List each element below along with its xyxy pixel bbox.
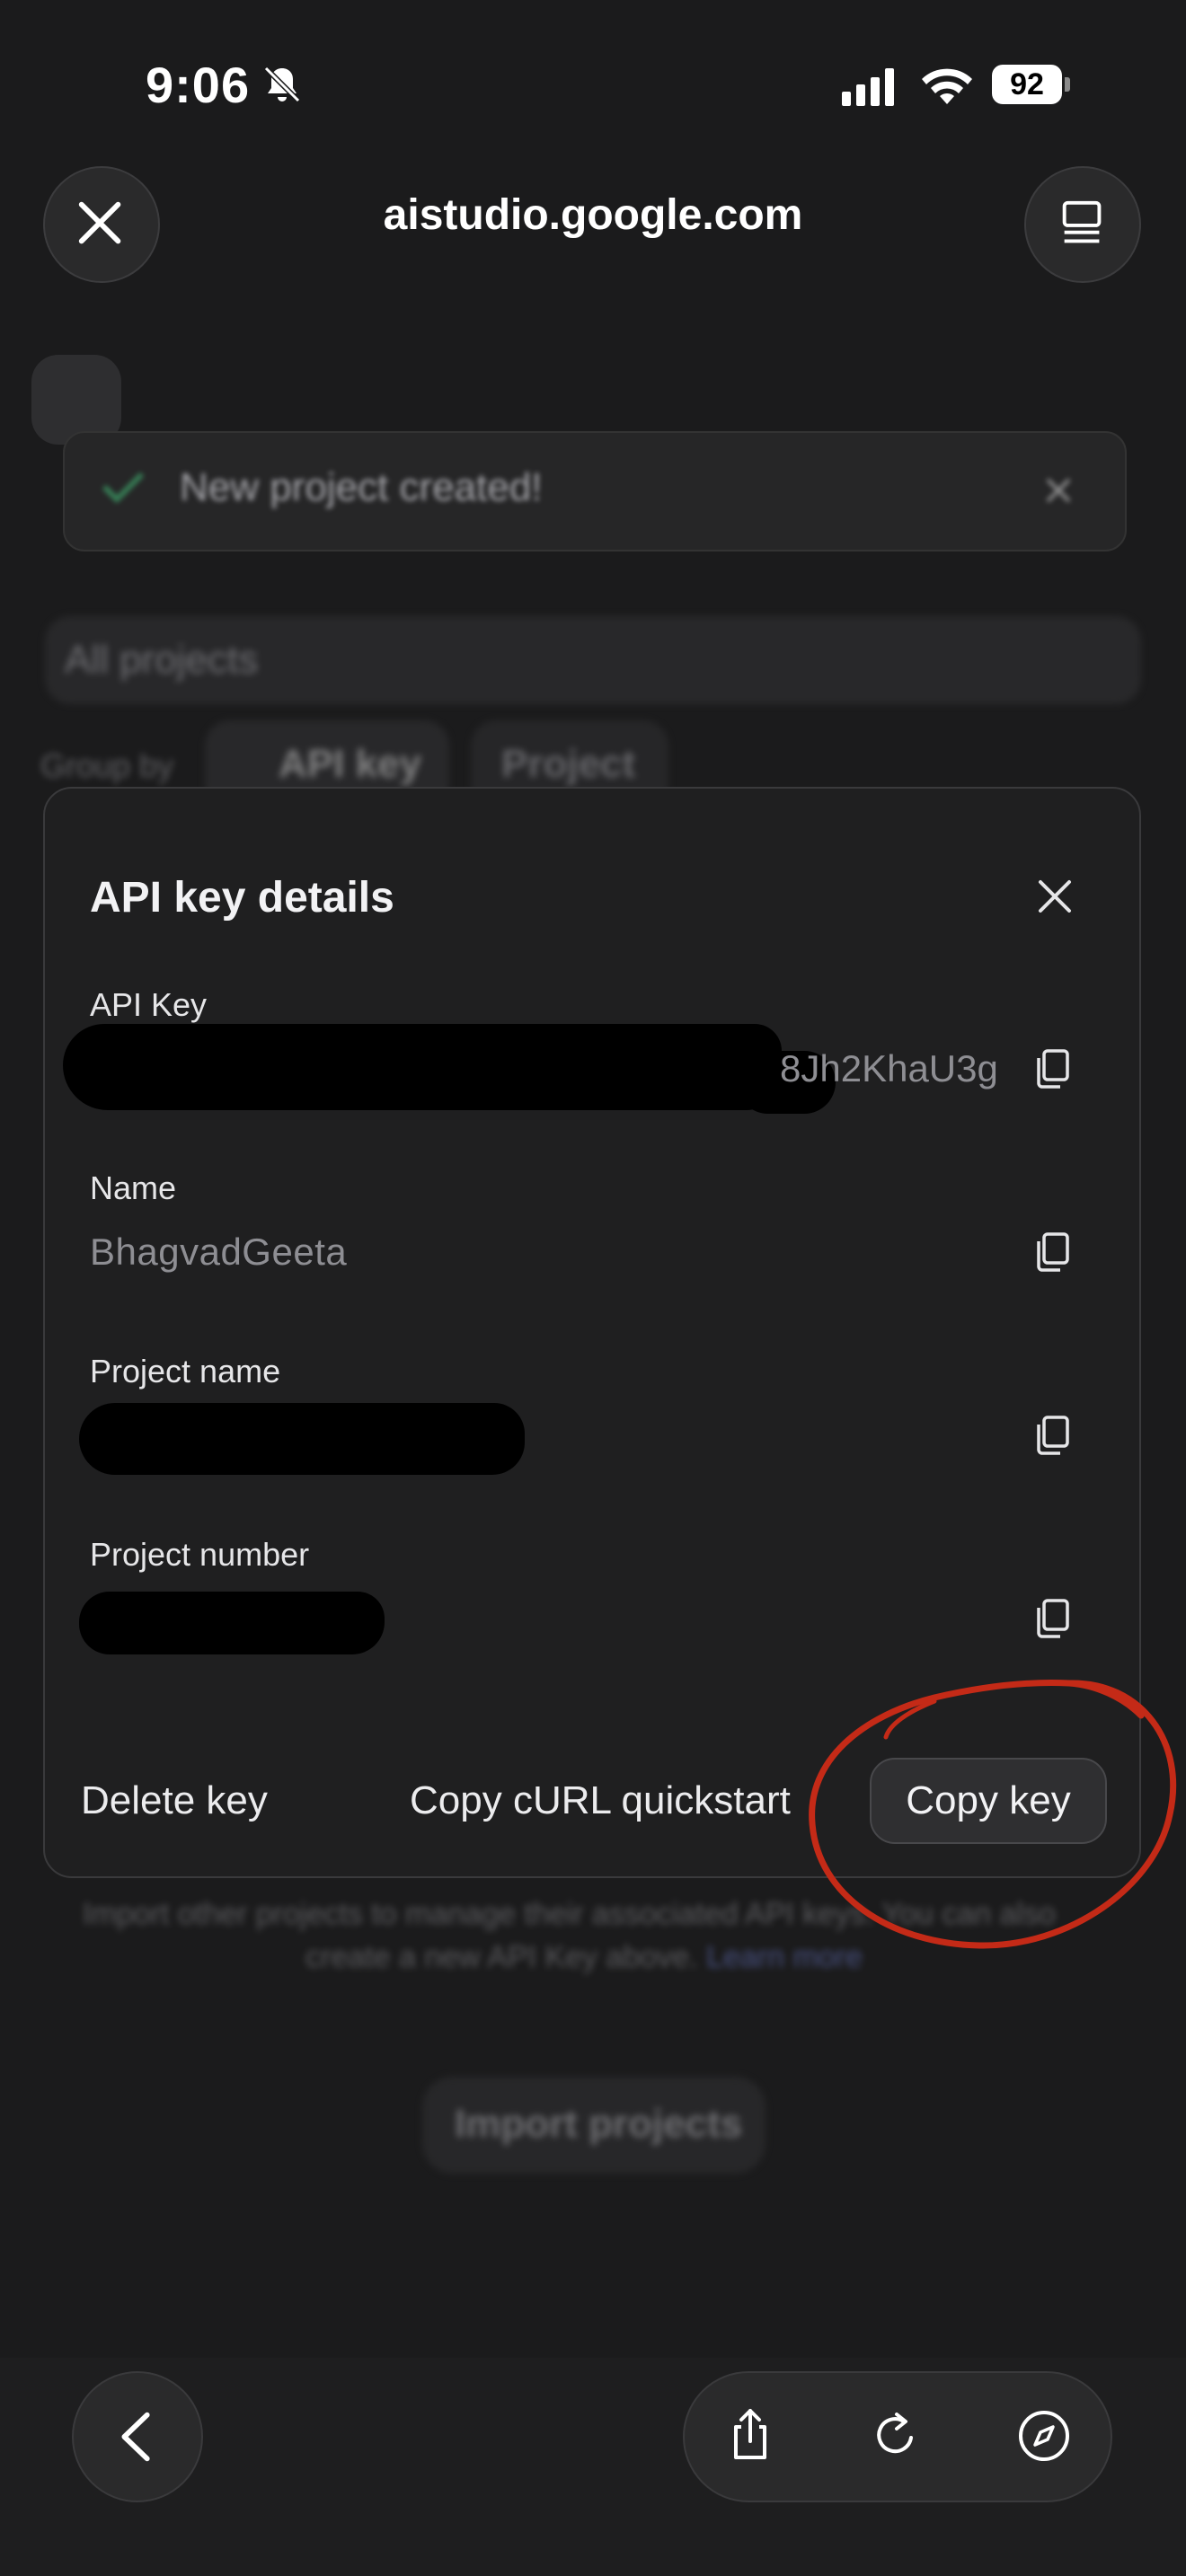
back-button[interactable] <box>72 2371 203 2502</box>
info-text-line2: create a new API Key above. Learn more <box>305 1940 863 1975</box>
project-filter-value: All projects <box>65 638 259 682</box>
close-icon[interactable] <box>1031 873 1078 920</box>
dialog-title: API key details <box>90 874 394 922</box>
check-icon <box>102 472 145 504</box>
copy-project-number-icon[interactable] <box>1031 1597 1075 1640</box>
battery-nub <box>1065 77 1070 92</box>
annotation-circle <box>809 1680 1177 1949</box>
copy-curl-button[interactable]: Copy cURL quickstart <box>410 1778 791 1823</box>
reload-icon[interactable] <box>866 2407 924 2465</box>
status-bar: 9:06 92 <box>0 0 1186 171</box>
signal-icon <box>842 68 894 106</box>
project-name-redaction <box>79 1403 525 1475</box>
bell-slash-icon <box>263 66 301 103</box>
name-label: Name <box>90 1169 177 1206</box>
wifi-icon <box>922 68 972 104</box>
project-number-label: Project number <box>90 1536 310 1573</box>
battery-indicator: 92 <box>992 65 1071 106</box>
import-projects-label: Import projects <box>455 2102 743 2146</box>
group-by-label: Group by <box>40 747 174 784</box>
name-value: BhagvadGeeta <box>90 1231 348 1273</box>
project-number-redaction <box>79 1592 385 1654</box>
api-key-value: 8Jh2KhaU3g <box>780 1047 998 1090</box>
delete-key-button[interactable]: Delete key <box>81 1778 268 1823</box>
copy-name-icon[interactable] <box>1031 1231 1075 1274</box>
api-key-redaction <box>63 1024 782 1110</box>
battery-level: 92 <box>1010 67 1044 101</box>
group-by-api-key-label: API key <box>279 742 421 786</box>
chevron-left-icon <box>121 2412 150 2462</box>
tabs-icon <box>1062 200 1102 243</box>
compass-icon[interactable] <box>1015 2407 1073 2465</box>
url-bar[interactable]: aistudio.google.com <box>270 190 916 240</box>
copy-api-key-icon[interactable] <box>1031 1047 1075 1090</box>
close-browser-button[interactable] <box>43 166 160 283</box>
project-name-label: Project name <box>90 1353 281 1389</box>
info-text-body: create a new API Key above. <box>305 1940 698 1974</box>
toast-close-icon <box>1046 478 1071 503</box>
copy-project-name-icon[interactable] <box>1031 1414 1075 1457</box>
close-icon <box>78 201 121 244</box>
status-time: 9:06 <box>146 57 251 113</box>
api-key-label: API Key <box>90 986 208 1023</box>
toast-text: New project created! <box>180 465 543 509</box>
group-by-project-label: Project <box>501 742 636 786</box>
share-icon[interactable] <box>721 2405 779 2463</box>
tabs-button[interactable] <box>1024 166 1141 283</box>
